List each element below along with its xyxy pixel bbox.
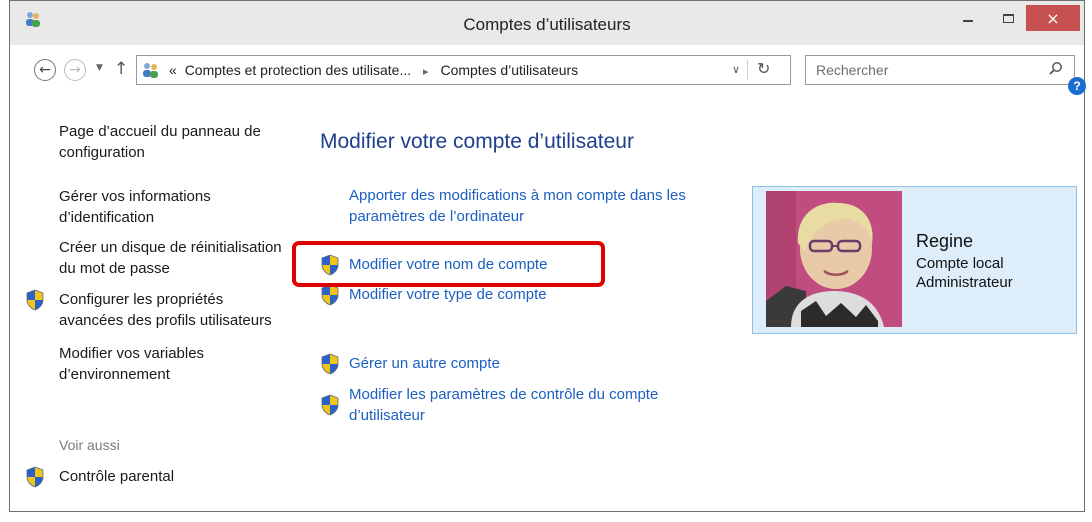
user-account-type: Compte local xyxy=(916,255,1004,272)
minimize-button[interactable] xyxy=(948,5,988,31)
close-button[interactable]: × xyxy=(1026,5,1080,31)
up-arrow-icon[interactable]: ↑ xyxy=(114,59,128,79)
back-button[interactable]: ← xyxy=(34,59,56,81)
task-label[interactable]: Modifier votre type de compte xyxy=(349,284,547,305)
user-account-card: Regine Compte local Administrateur xyxy=(752,186,1077,334)
highlight-box xyxy=(292,241,605,287)
task-link-uac-settings[interactable]: Modifier les paramètres de contrôle du c… xyxy=(320,384,720,428)
address-divider xyxy=(747,60,748,80)
close-icon: × xyxy=(1046,8,1060,28)
uac-shield-icon xyxy=(320,394,340,416)
task-label[interactable]: Apporter des modifications à mon compte … xyxy=(349,185,739,227)
user-accounts-window: Comptes d’utilisateurs × ← → ▼ ↑ « Compt… xyxy=(9,0,1086,512)
avatar[interactable] xyxy=(766,191,902,327)
task-label[interactable]: Modifier les paramètres de contrôle du c… xyxy=(349,384,709,426)
navigation-bar: ← → ▼ ↑ « Comptes et protection des util… xyxy=(10,49,1084,89)
user-name: Regine xyxy=(916,231,974,251)
chevron-right-icon[interactable]: ▸ xyxy=(423,66,429,78)
uac-shield-icon xyxy=(320,284,340,306)
uac-shield-icon xyxy=(320,353,340,375)
back-arrow-icon: ← xyxy=(39,62,51,78)
sidebar-item-label[interactable]: Configurer les propriétés avancées des p… xyxy=(59,289,289,331)
uac-shield-icon xyxy=(25,466,45,488)
recent-locations-dropdown[interactable]: ▼ xyxy=(96,63,103,73)
window-title: Comptes d’utilisateurs xyxy=(463,15,631,34)
sidebar-item-control-panel-home[interactable]: Page d’accueil du panneau de configurati… xyxy=(59,121,289,163)
breadcrumb-item[interactable]: Comptes et protection des utilisate... xyxy=(185,62,411,78)
minimize-icon xyxy=(963,20,973,22)
task-label[interactable]: Gérer un autre compte xyxy=(349,353,500,374)
forward-button[interactable]: → xyxy=(64,59,86,81)
maximize-button[interactable] xyxy=(988,5,1028,31)
task-link-manage-another-account[interactable]: Gérer un autre compte xyxy=(320,353,600,375)
forward-arrow-icon: → xyxy=(69,62,81,78)
uac-shield-icon xyxy=(25,289,45,311)
see-also-heading: Voir aussi xyxy=(59,437,120,453)
sidebar-item-manage-credentials[interactable]: Gérer vos informations d’identification xyxy=(59,186,239,228)
refresh-icon[interactable]: ↻ xyxy=(757,59,770,78)
avatar-photo xyxy=(766,191,902,327)
help-icon[interactable]: ? xyxy=(1068,77,1086,95)
breadcrumb-item[interactable]: Comptes d’utilisateurs xyxy=(440,62,578,78)
sidebar-item-environment-variables[interactable]: Modifier vos variables d’environnement xyxy=(59,343,239,385)
search-input[interactable] xyxy=(816,60,1036,80)
task-link-change-account-type[interactable]: Modifier votre type de compte xyxy=(320,284,600,306)
title-bar[interactable]: Comptes d’utilisateurs × xyxy=(10,1,1084,45)
search-icon[interactable] xyxy=(1048,61,1064,77)
search-box[interactable] xyxy=(805,55,1075,85)
breadcrumb-overflow[interactable]: « xyxy=(169,62,177,78)
breadcrumb: « Comptes et protection des utilisate...… xyxy=(169,62,578,78)
task-link-pc-settings[interactable]: Apporter des modifications à mon compte … xyxy=(349,185,739,227)
sidebar-item-parental-control[interactable]: Contrôle parental xyxy=(25,466,174,492)
sidebar-item-advanced-profile-properties[interactable]: Configurer les propriétés avancées des p… xyxy=(25,289,272,329)
address-bar[interactable]: « Comptes et protection des utilisate...… xyxy=(136,55,791,85)
sidebar-item-password-reset-disk[interactable]: Créer un disque de réinitialisation du m… xyxy=(59,237,294,279)
user-role: Administrateur xyxy=(916,274,1013,291)
maximize-icon xyxy=(1002,13,1014,23)
sidebar-item-label[interactable]: Contrôle parental xyxy=(59,466,259,487)
users-icon xyxy=(143,63,158,78)
page-title: Modifier votre compte d’utilisateur xyxy=(320,130,634,153)
chevron-down-icon[interactable]: ∨ xyxy=(732,63,740,76)
